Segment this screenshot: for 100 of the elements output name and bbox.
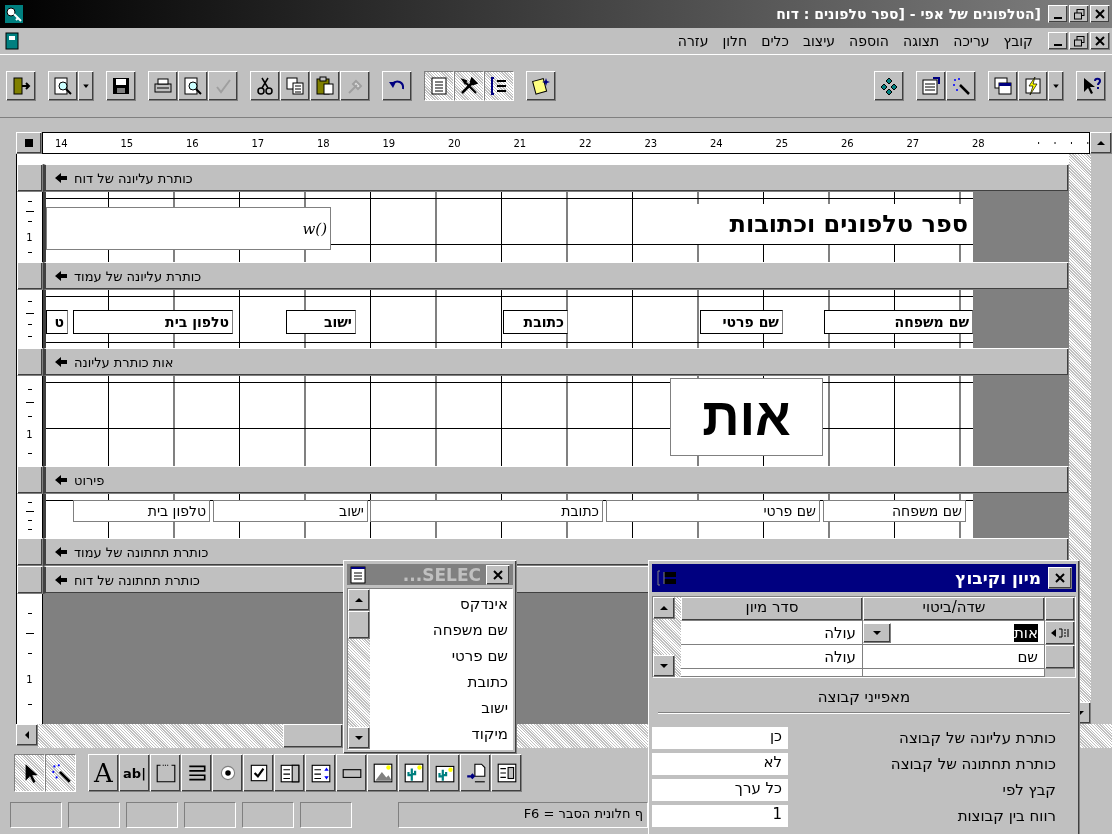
menu-item[interactable]: הוספה: [843, 31, 895, 51]
toolbox-button[interactable]: A: [88, 754, 119, 792]
close-button[interactable]: [1090, 5, 1110, 23]
menu-item[interactable]: תצוגה: [897, 31, 946, 51]
toolbar-button[interactable]: [454, 71, 484, 101]
column-header[interactable]: סדר מיון: [681, 597, 863, 621]
section-bar[interactable]: כותרת עליונה של עמוד: [43, 262, 1069, 290]
menu-item[interactable]: עזרה: [671, 31, 715, 51]
section-bar[interactable]: כותרת עליונה של דוח: [43, 164, 1069, 192]
restore-button[interactable]: [1069, 32, 1089, 50]
sort-order-cell[interactable]: [681, 669, 863, 677]
scroll-up-button[interactable]: [1090, 132, 1112, 154]
property-value[interactable]: לא: [652, 753, 788, 775]
column-label[interactable]: שם פרטי: [700, 310, 783, 334]
section-selector[interactable]: [17, 538, 43, 566]
data-field[interactable]: שם משפחה: [823, 500, 966, 522]
toolbar-button[interactable]: [484, 71, 514, 101]
section-title: כותרת עליונה של עמוד: [74, 268, 202, 284]
vertical-scrollbar[interactable]: [653, 597, 681, 677]
column-label[interactable]: ט: [46, 310, 68, 334]
column-label[interactable]: ישוב: [286, 310, 356, 334]
sort-order-cell[interactable]: עולה: [681, 645, 863, 669]
menu-item[interactable]: כלים: [755, 31, 795, 51]
ruler-number: 24: [708, 137, 725, 149]
menu-item[interactable]: עריכה: [947, 31, 996, 51]
status-pane: [10, 802, 62, 828]
row-selector[interactable]: [1045, 621, 1075, 645]
property-value[interactable]: 1: [652, 805, 788, 827]
row-selector[interactable]: [1045, 645, 1075, 669]
field-item[interactable]: כתובת: [374, 669, 508, 695]
door-arrow-icon: [11, 76, 31, 96]
wand-icon: [49, 762, 72, 784]
toolbox-button[interactable]: [14, 754, 45, 792]
section-selector[interactable]: [17, 164, 43, 192]
property-label: קבץ לפי: [1001, 781, 1057, 799]
field-item[interactable]: מיקוד: [374, 721, 508, 747]
field-cell[interactable]: [863, 669, 1045, 677]
list-lines-icon: [429, 76, 449, 96]
close-button[interactable]: [1090, 32, 1110, 50]
section-selector[interactable]: [17, 566, 43, 594]
vertical-scrollbar[interactable]: [348, 589, 370, 749]
scroll-thumb[interactable]: [348, 611, 370, 639]
group-letter-label[interactable]: אות: [670, 378, 823, 456]
pointer-question-icon: [1081, 76, 1101, 96]
status-pane: [68, 802, 120, 828]
section-bar[interactable]: אות כותרת עליונה: [43, 348, 1069, 376]
toolbox-button[interactable]: [45, 754, 76, 792]
subform-icon: [495, 762, 518, 784]
ruler-number: 20: [446, 137, 463, 149]
menu-item[interactable]: עיצוב: [796, 31, 842, 51]
data-field[interactable]: כתובת: [370, 500, 603, 522]
pointing-hand-icon: [54, 474, 68, 486]
menu-item[interactable]: קובץ: [997, 31, 1039, 51]
property-value[interactable]: כל ערך: [652, 779, 788, 801]
field-item[interactable]: אינדקס: [374, 591, 508, 617]
data-field[interactable]: ישוב: [213, 500, 368, 522]
section-selector[interactable]: [17, 466, 43, 494]
minimize-button[interactable]: [1048, 5, 1068, 23]
column-label[interactable]: טלפון בית: [73, 310, 233, 334]
menu-item[interactable]: חלון: [716, 31, 754, 51]
column-header[interactable]: שדה/ביטוי: [863, 597, 1045, 621]
data-field[interactable]: טלפון בית: [73, 500, 210, 522]
field-item[interactable]: שם משפחה: [374, 617, 508, 643]
section-heading: מאפייני קבוצה: [816, 688, 912, 706]
minimize-button[interactable]: [1048, 32, 1068, 50]
column-label[interactable]: שם משפחה: [824, 310, 973, 334]
section-bar[interactable]: פירוט: [43, 466, 1069, 494]
hammer-wrench-icon: [459, 76, 479, 96]
close-button[interactable]: [486, 564, 510, 585]
dialog-title: מיון וקיבוץ: [955, 568, 1041, 588]
data-field[interactable]: שם פרטי: [606, 500, 820, 522]
status-text: ף חלונית הסבר = F6: [398, 802, 648, 828]
field-item[interactable]: ישוב: [374, 695, 508, 721]
cactus-picture-icon: [402, 762, 425, 784]
diamonds-icon: [879, 76, 899, 96]
scroll-up-button[interactable]: [653, 597, 675, 619]
column-label[interactable]: כתובת: [503, 310, 568, 334]
section-selector[interactable]: [17, 262, 43, 290]
ruler-number: 26: [839, 137, 856, 149]
status-pane: [184, 802, 236, 828]
ruler-number: 14: [53, 137, 70, 149]
scroll-up-button[interactable]: [348, 589, 370, 611]
close-button[interactable]: [1048, 567, 1072, 589]
scroll-down-button[interactable]: [653, 655, 675, 677]
select-report-button[interactable]: [16, 132, 42, 154]
text-field[interactable]: w(): [46, 207, 331, 250]
window-title: SELEC...: [402, 564, 481, 585]
field-cell[interactable]: אות: [863, 621, 1045, 645]
section-selector[interactable]: [17, 348, 43, 376]
field-item[interactable]: שם פרטי: [374, 643, 508, 669]
dropdown-button[interactable]: [863, 622, 891, 643]
restore-button[interactable]: [1069, 5, 1089, 23]
scroll-down-button[interactable]: [348, 727, 370, 749]
property-value[interactable]: כן: [652, 727, 788, 749]
status-pane: [300, 802, 352, 828]
toolbox-button[interactable]: ab|: [119, 754, 150, 792]
scroll-left-button[interactable]: [16, 724, 38, 746]
sort-order-cell[interactable]: עולה: [681, 621, 863, 645]
toolbar-button[interactable]: [424, 71, 454, 101]
scroll-thumb[interactable]: [283, 724, 343, 748]
